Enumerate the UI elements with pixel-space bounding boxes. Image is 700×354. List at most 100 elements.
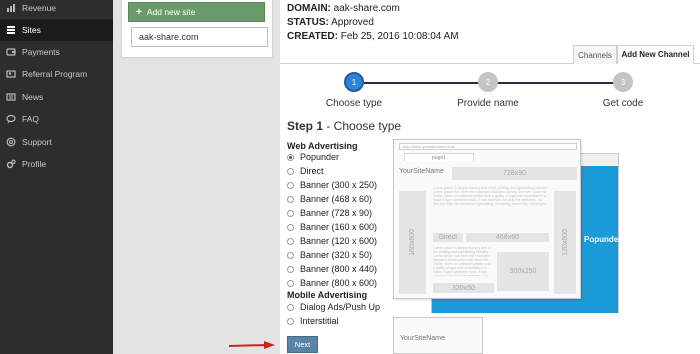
option-label: Interstitial bbox=[300, 316, 339, 326]
option-banner-120x600[interactable]: Banner (120 x 600) bbox=[287, 235, 377, 247]
option-banner-160x600[interactable]: Banner (160 x 600) bbox=[287, 221, 377, 233]
preview-slot-468x60: 468x60 bbox=[466, 233, 549, 242]
option-popunder[interactable]: Popunder bbox=[287, 151, 339, 163]
created-line: CREATED: Feb 25, 2016 10:08:04 AM bbox=[287, 31, 459, 42]
status-line: STATUS: Approved bbox=[287, 17, 374, 28]
status-label: STATUS: bbox=[287, 17, 329, 28]
sidebar-item-profile[interactable]: Profile bbox=[0, 153, 113, 175]
chat-icon bbox=[5, 113, 17, 125]
plus-icon: + bbox=[136, 6, 142, 18]
sidebar-item-label: News bbox=[22, 92, 44, 102]
preview-slot-300x250: 300x250 bbox=[497, 252, 549, 291]
option-banner-800x600[interactable]: Banner (800 x 600) bbox=[287, 277, 377, 289]
option-label: Banner (160 x 600) bbox=[300, 222, 378, 232]
next-button[interactable]: Next bbox=[287, 336, 318, 353]
sidebar-item-label: Support bbox=[22, 137, 52, 147]
preview-popunder-label: Popunder bbox=[584, 235, 622, 244]
option-banner-800x440[interactable]: Banner (800 x 440) bbox=[287, 263, 377, 275]
preview-slot-160x600-label: 160x600 bbox=[409, 229, 416, 256]
option-label: Direct bbox=[300, 166, 324, 176]
option-interstitial[interactable]: Interstitial bbox=[287, 315, 339, 327]
step-title-prefix: Step 1 bbox=[287, 119, 324, 133]
preview-page-tab: page1 bbox=[404, 153, 474, 161]
radio-button[interactable] bbox=[287, 251, 294, 259]
status-value: Approved bbox=[331, 17, 374, 28]
support-icon bbox=[5, 136, 17, 148]
option-dialog-ads[interactable]: Dialog Ads/Push Up bbox=[287, 301, 380, 313]
preview-slot-160x600: 160x600 bbox=[399, 191, 426, 294]
step-3-circle: 3 bbox=[613, 72, 633, 92]
radio-button[interactable] bbox=[287, 223, 294, 231]
option-label: Banner (800 x 440) bbox=[300, 264, 378, 274]
arrow-right-icon bbox=[228, 341, 275, 349]
option-label: Banner (120 x 600) bbox=[300, 236, 378, 246]
option-direct[interactable]: Direct bbox=[287, 165, 324, 177]
preview-site-name-2: YourSiteName bbox=[400, 335, 445, 342]
sidebar-item-label: Sites bbox=[22, 25, 41, 35]
sidebar-item-sites[interactable]: Sites bbox=[0, 19, 113, 41]
radio-button[interactable] bbox=[287, 195, 294, 203]
tab-add-new-channel[interactable]: Add New Channel bbox=[617, 45, 694, 64]
sidebar-item-label: Referral Program bbox=[22, 69, 88, 79]
web-advertising-heading: Web Advertising bbox=[287, 141, 358, 151]
ad-preview-illustration: Popunder http://www.yoursitename.com pag… bbox=[393, 139, 622, 354]
sidebar-item-referral-program[interactable]: Referral Program bbox=[0, 63, 113, 85]
preview-site-name: YourSiteName bbox=[399, 168, 444, 175]
sidebar: Revenue Sites Payments Referral Program … bbox=[0, 0, 113, 354]
radio-button[interactable] bbox=[287, 303, 294, 311]
radio-button[interactable] bbox=[287, 279, 294, 287]
option-label: Banner (300 x 250) bbox=[300, 180, 378, 190]
sidebar-item-label: Payments bbox=[22, 47, 60, 57]
tab-channels[interactable]: Channels bbox=[573, 45, 617, 64]
radio-button[interactable] bbox=[287, 317, 294, 325]
option-label: Banner (468 x 60) bbox=[300, 194, 373, 204]
chart-icon bbox=[5, 2, 17, 14]
sidebar-item-payments[interactable]: Payments bbox=[0, 41, 113, 63]
preview-filler-text: Lorem ipsum is simply dummy text of the … bbox=[433, 186, 548, 206]
domain-line: DOMAIN: aak-share.com bbox=[287, 3, 400, 14]
sidebar-item-news[interactable]: News bbox=[0, 86, 113, 108]
step-2-label: Provide name bbox=[457, 98, 519, 109]
mobile-advertising-heading: Mobile Advertising bbox=[287, 290, 368, 300]
sidebar-item-revenue[interactable]: Revenue bbox=[0, 0, 113, 19]
option-label: Banner (800 x 600) bbox=[300, 278, 378, 288]
sidebar-item-support[interactable]: Support bbox=[0, 131, 113, 153]
option-label: Banner (320 x 50) bbox=[300, 250, 373, 260]
newspaper-icon bbox=[5, 91, 17, 103]
sidebar-item-label: Profile bbox=[22, 159, 47, 169]
radio-button[interactable] bbox=[287, 209, 294, 217]
preview-mobile-window: YourSiteName bbox=[393, 317, 483, 354]
list-icon bbox=[5, 24, 17, 36]
preview-slot-120x600-label: 120x600 bbox=[561, 229, 569, 256]
preview-url-bar: http://www.yoursitename.com bbox=[399, 143, 577, 150]
stepper-connector bbox=[364, 82, 479, 84]
add-new-site-label: Add new site bbox=[146, 7, 196, 17]
created-label: CREATED: bbox=[287, 31, 338, 42]
option-label: Dialog Ads/Push Up bbox=[300, 302, 381, 312]
preview-slot-direct: Direct bbox=[433, 233, 463, 242]
step-1-label: Choose type bbox=[325, 98, 383, 109]
domain-value: aak-share.com bbox=[333, 3, 400, 14]
preview-filler-text: Lorem ipsum is simply dummy text of the … bbox=[433, 246, 492, 276]
radio-button[interactable] bbox=[287, 237, 294, 245]
sidebar-item-faq[interactable]: FAQ bbox=[0, 108, 113, 130]
domain-label: DOMAIN: bbox=[287, 3, 331, 14]
radio-button[interactable] bbox=[287, 167, 294, 175]
option-banner-728x90[interactable]: Banner (728 x 90) bbox=[287, 207, 372, 219]
radio-button[interactable] bbox=[287, 265, 294, 273]
option-label: Banner (728 x 90) bbox=[300, 208, 373, 218]
site-list-item[interactable]: aak-share.com bbox=[131, 27, 268, 47]
radio-button[interactable] bbox=[287, 153, 294, 161]
option-banner-300x250[interactable]: Banner (300 x 250) bbox=[287, 179, 377, 191]
stepper-connector bbox=[497, 82, 614, 84]
step-title-text: - Choose type bbox=[323, 119, 402, 133]
radio-button[interactable] bbox=[287, 181, 294, 189]
option-banner-468x60[interactable]: Banner (468 x 60) bbox=[287, 193, 372, 205]
option-banner-320x50[interactable]: Banner (320 x 50) bbox=[287, 249, 372, 261]
created-value: Feb 25, 2016 10:08:04 AM bbox=[340, 31, 459, 42]
preview-slot-320x50: 320x50 bbox=[433, 283, 494, 293]
step-title: Step 1 - Choose type bbox=[287, 119, 401, 133]
add-new-site-button[interactable]: + Add new site bbox=[128, 2, 265, 22]
users-icon bbox=[5, 68, 17, 80]
sidebar-item-label: FAQ bbox=[22, 114, 40, 124]
